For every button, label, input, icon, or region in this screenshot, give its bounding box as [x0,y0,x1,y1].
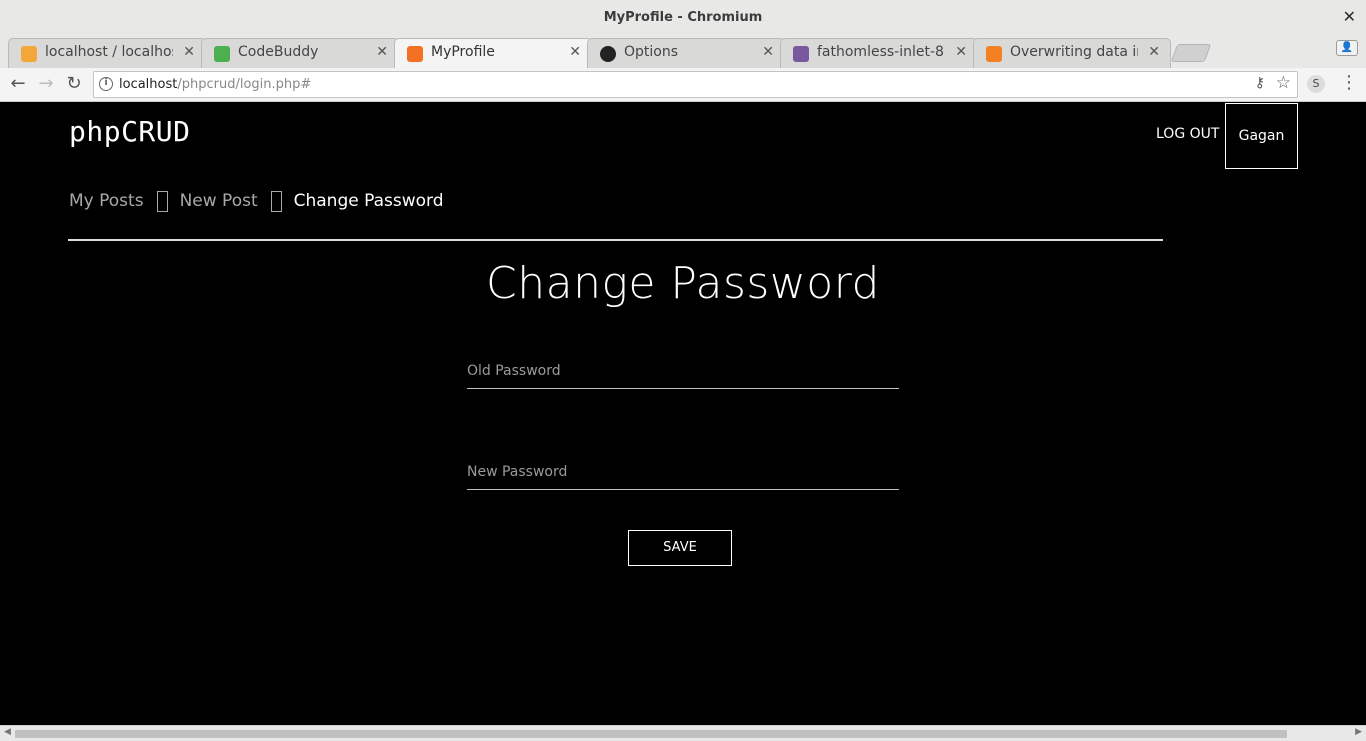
save-button[interactable]: SAVE [628,530,732,566]
tab-close-icon[interactable]: ✕ [569,44,581,60]
nav-new-post[interactable]: New Post [180,191,258,211]
sub-navigation: My Posts New Post Change Password [69,189,444,213]
divider [68,239,1163,241]
scroll-left-icon[interactable]: ◀ [4,727,11,737]
tab-label: fathomless-inlet-85 [817,44,945,60]
old-password-input[interactable] [467,353,899,388]
page-content: phpCRUD LOG OUT Gagan My Posts New Post … [0,103,1366,725]
nav-my-posts[interactable]: My Posts [69,191,144,211]
nav-change-password[interactable]: Change Password [294,191,444,211]
tab-strip: localhost / localhost ✕ CodeBuddy ✕ MyPr… [0,36,1366,69]
horizontal-scrollbar[interactable]: ◀ ▶ [0,725,1366,741]
url-text[interactable]: localhost/phpcrud/login.php# [119,77,311,92]
key-icon[interactable]: ⚷ [1255,75,1265,91]
heroku-icon [793,46,809,62]
old-password-field [467,353,899,389]
nav-separator-icon [270,190,282,212]
github-icon [600,46,616,62]
reload-icon[interactable]: ↻ [63,73,85,94]
tab-label: MyProfile [431,44,495,60]
tab-close-icon[interactable]: ✕ [1148,44,1160,60]
info-icon[interactable]: i [99,77,113,91]
tab-options[interactable]: Options ✕ [587,38,785,68]
back-icon[interactable]: ← [7,73,29,94]
scrollbar-thumb[interactable] [15,730,1287,738]
tab-label: Options [624,44,679,60]
new-password-field [467,454,899,490]
tab-close-icon[interactable]: ✕ [376,44,388,60]
tab-myprofile[interactable]: MyProfile ✕ [394,38,592,69]
page-title: Change Password [486,258,880,309]
scroll-right-icon[interactable]: ▶ [1355,727,1362,737]
menu-icon[interactable]: ⋮ [1340,72,1358,93]
new-password-input[interactable] [467,454,899,489]
stackoverflow-icon [986,46,1002,62]
tab-close-icon[interactable]: ✕ [955,44,967,60]
bookmark-star-icon[interactable]: ☆ [1276,73,1291,93]
browser-toolbar: ← → ↻ i localhost/phpcrud/login.php# ⚷ ☆… [0,68,1366,102]
tab-heroku[interactable]: fathomless-inlet-85 ✕ [780,38,978,68]
tab-label: CodeBuddy [238,44,319,60]
window-title: MyProfile - Chromium [603,10,763,25]
address-bar[interactable]: i localhost/phpcrud/login.php# ⚷ ☆ [93,71,1298,98]
tab-close-icon[interactable]: ✕ [762,44,774,60]
window-close-icon[interactable]: ✕ [1343,7,1356,26]
tab-codebuddy[interactable]: CodeBuddy ✕ [201,38,399,68]
tab-label: Overwriting data in [1010,44,1138,60]
extension-icon[interactable]: S [1307,75,1325,93]
forward-icon[interactable]: → [35,73,57,94]
nav-separator-icon [156,190,168,212]
phpmyadmin-icon [21,46,37,62]
codebuddy-icon [214,46,230,62]
tab-phpmyadmin[interactable]: localhost / localhost ✕ [8,38,206,68]
xampp-icon [407,46,423,62]
url-host: localhost [119,77,178,92]
url-path: /phpcrud/login.php# [177,77,312,92]
new-tab-button[interactable] [1170,44,1212,62]
tab-stackoverflow[interactable]: Overwriting data in ✕ [973,38,1171,68]
site-brand[interactable]: phpCRUD [69,115,191,148]
tab-close-icon[interactable]: ✕ [183,44,195,60]
logout-link[interactable]: LOG OUT [1156,126,1219,142]
tab-label: localhost / localhost [45,44,173,60]
profile-icon[interactable]: 👤 [1336,40,1358,56]
user-name-button[interactable]: Gagan [1225,103,1298,169]
window-titlebar: MyProfile - Chromium ✕ [0,0,1366,36]
